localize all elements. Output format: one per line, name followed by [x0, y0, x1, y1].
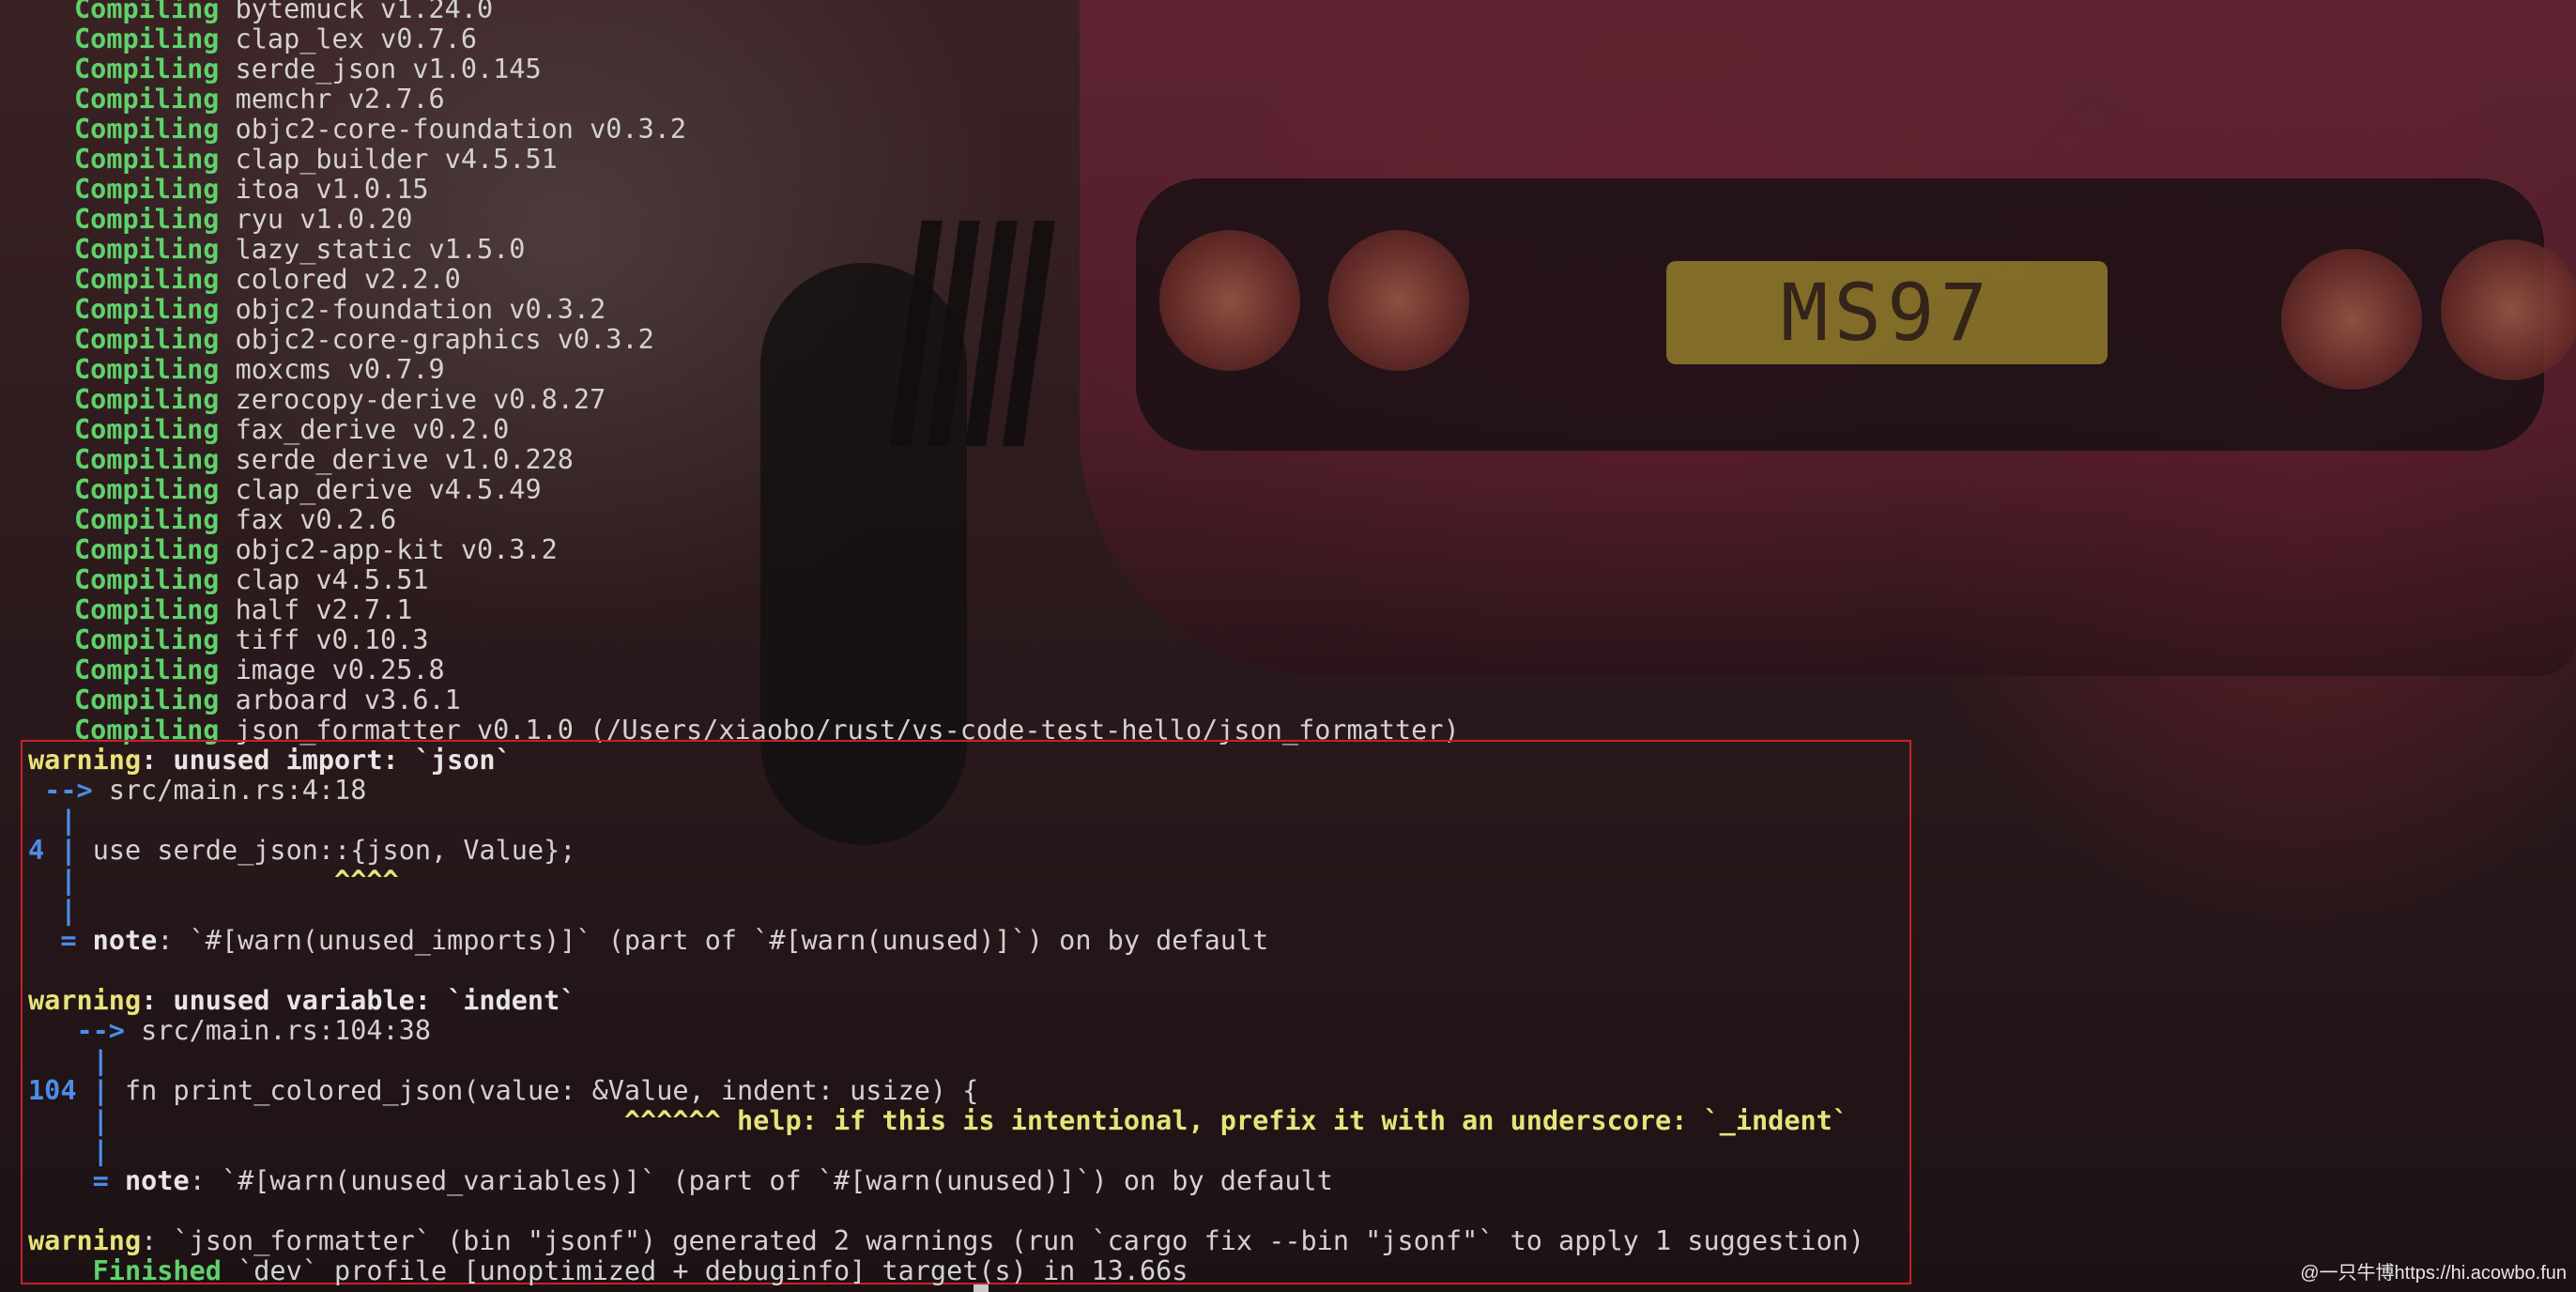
- compile-line: Compiling objc2-foundation v0.3.2: [74, 294, 606, 325]
- compile-line: Compiling fax_derive v0.2.0: [74, 414, 510, 445]
- compile-line: Compiling half v2.7.1: [74, 594, 413, 625]
- code-line: 4 | use serde_json::{json, Value};: [28, 835, 576, 866]
- warning-header: warning: unused import: `json`: [28, 745, 512, 776]
- finished-line: Finished `dev` profile [unoptimized + de…: [92, 1255, 1188, 1286]
- terminal-cursor: [974, 1284, 989, 1292]
- caret-line: | ^^^^^^ help: if this is intentional, p…: [92, 1105, 1848, 1136]
- compile-line: Compiling lazy_static v1.5.0: [74, 234, 526, 265]
- compile-line: Compiling objc2-core-foundation v0.3.2: [74, 114, 687, 145]
- warning-location: --> src/main.rs:104:38: [76, 1015, 431, 1046]
- warning-summary: warning: `json_formatter` (bin "jsonf") …: [28, 1225, 1865, 1256]
- compile-line: Compiling bytemuck v1.24.0: [74, 0, 494, 24]
- note-line: = note: `#[warn(unused_variables)]` (par…: [92, 1165, 1333, 1196]
- gutter-line: |: [92, 1135, 109, 1166]
- compile-line: Compiling zerocopy-derive v0.8.27: [74, 384, 606, 415]
- compile-line: Compiling clap_lex v0.7.6: [74, 23, 477, 54]
- compile-line: Compiling arboard v3.6.1: [74, 684, 461, 715]
- gutter-line: |: [60, 895, 77, 926]
- compile-line: Compiling image v0.25.8: [74, 654, 445, 685]
- watermark: @一只牛博https://hi.acowbo.fun: [2300, 1263, 2567, 1284]
- compile-line: Compiling objc2-app-kit v0.3.2: [74, 534, 558, 565]
- code-line: 104 | fn print_colored_json(value: &Valu…: [28, 1075, 979, 1106]
- compile-line: Compiling tiff v0.10.3: [74, 624, 429, 655]
- terminal-output: Compiling bytemuck v1.24.0 Compiling cla…: [0, 0, 2576, 1292]
- compile-line: Compiling memchr v2.7.6: [74, 84, 445, 115]
- compile-line: Compiling fax v0.2.6: [74, 504, 397, 535]
- gutter-line: |: [60, 805, 77, 836]
- compile-line: Compiling serde_json v1.0.145: [74, 54, 542, 85]
- compile-line: Compiling objc2-core-graphics v0.3.2: [74, 324, 654, 355]
- note-line: = note: `#[warn(unused_imports)]` (part …: [60, 925, 1269, 956]
- warning-location: --> src/main.rs:4:18: [44, 775, 367, 806]
- compile-line: Compiling clap_derive v4.5.49: [74, 474, 542, 505]
- compile-line: Compiling ryu v1.0.20: [74, 204, 413, 235]
- gutter-line: |: [92, 1045, 109, 1076]
- compile-line: Compiling colored v2.2.0: [74, 264, 461, 295]
- compile-line: Compiling moxcms v0.7.9: [74, 354, 445, 385]
- compile-line: Compiling clap v4.5.51: [74, 564, 429, 595]
- compile-line: Compiling itoa v1.0.15: [74, 174, 429, 205]
- caret-line: | ^^^^: [60, 865, 399, 896]
- compile-line: Compiling clap_builder v4.5.51: [74, 144, 558, 175]
- compile-line: Compiling serde_derive v1.0.228: [74, 444, 574, 475]
- warning-header: warning: unused variable: `indent`: [28, 985, 576, 1016]
